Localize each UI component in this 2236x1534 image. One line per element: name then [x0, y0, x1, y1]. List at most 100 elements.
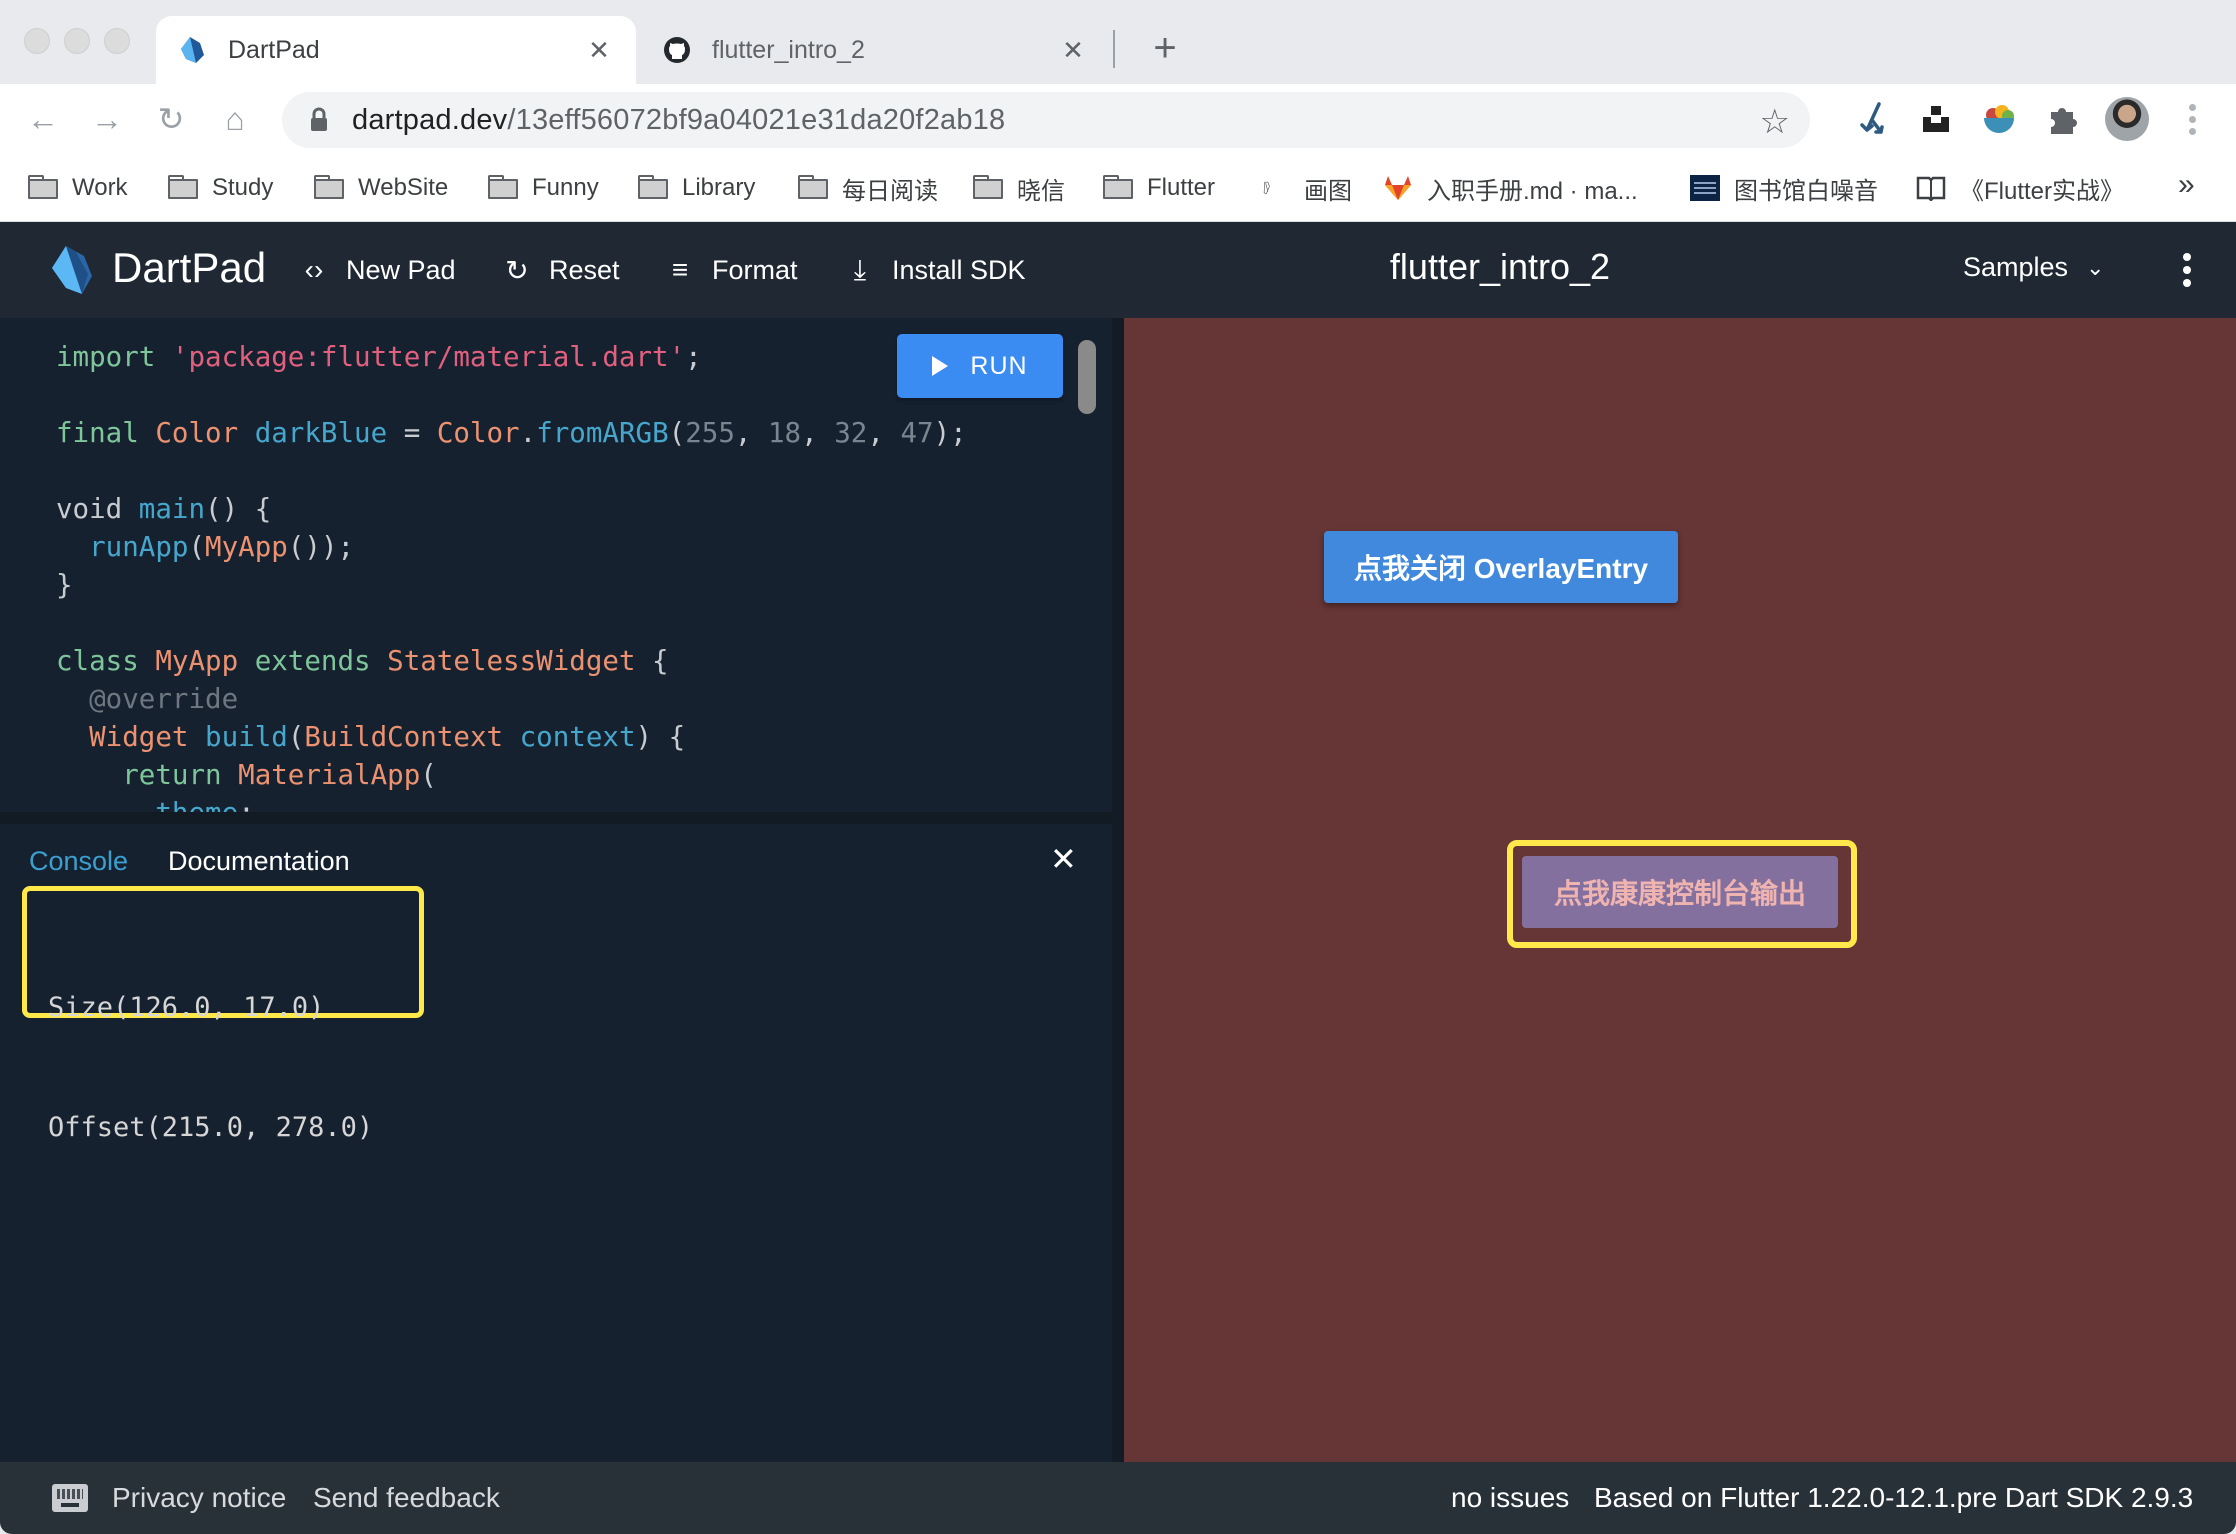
folder-icon — [1103, 175, 1133, 201]
window-close-button[interactable] — [24, 28, 50, 54]
keyboard-icon[interactable] — [52, 1484, 88, 1512]
bookmarks-bar: Work Study WebSite Funny Library 每日阅读 晓信… — [0, 154, 2236, 222]
home-button[interactable]: ⌂ — [214, 98, 256, 140]
dartpad-header: DartPad ‹› New Pad ↻ Reset ≡ Format ⤓ In… — [0, 222, 2236, 318]
code-content[interactable]: import 'package:flutter/material.dart'; … — [56, 338, 967, 812]
dartpad-footer: Privacy notice Send feedback no issues B… — [0, 1462, 2236, 1534]
pad-title: flutter_intro_2 — [1389, 246, 1611, 287]
folder-icon — [314, 175, 344, 201]
new-tab-button[interactable]: + — [1140, 24, 1190, 74]
bookmark-library-noise[interactable]: 图书馆白噪音 — [1690, 168, 1878, 208]
code-line[interactable]: import 'package:flutter/material.dart'; — [56, 338, 967, 376]
console-line: Offset(215.0, 278.0) — [48, 1112, 374, 1143]
github-icon — [664, 37, 690, 63]
window-minimize-button[interactable] — [64, 28, 90, 54]
dart-logo-icon — [52, 246, 92, 294]
reload-button[interactable]: ↻ — [150, 98, 192, 140]
profile-avatar[interactable] — [2105, 97, 2149, 141]
install-sdk-button[interactable]: ⤓ Install SDK — [846, 250, 1026, 290]
code-line[interactable] — [56, 376, 967, 414]
bookmark-flutter[interactable]: Flutter — [1103, 168, 1215, 208]
issues-status: no issues — [1451, 1482, 1570, 1513]
close-console-icon[interactable]: ✕ — [1050, 840, 1077, 878]
editor-console-splitter[interactable] — [0, 812, 1112, 824]
tab-title: flutter_intro_2 — [712, 35, 865, 64]
forward-button[interactable]: → — [86, 98, 128, 140]
extension-branch-icon[interactable] — [1855, 100, 1893, 138]
send-feedback-link[interactable]: Send feedback — [313, 1482, 500, 1514]
tab-documentation[interactable]: Documentation — [168, 846, 350, 877]
run-button[interactable]: RUN — [897, 334, 1063, 398]
bookmarks-overflow-button[interactable]: » — [2178, 168, 2195, 202]
browser-toolbar: ← → ↻ ⌂ dartpad.dev/13eff56072bf9a04021e… — [0, 84, 2236, 154]
reset-button[interactable]: ↻ Reset — [503, 250, 619, 290]
dartpad-brand[interactable]: DartPad — [112, 244, 266, 292]
code-line[interactable]: return MaterialApp( — [56, 756, 967, 794]
browser-tab-dartpad[interactable]: DartPad ✕ — [156, 16, 636, 84]
samples-dropdown[interactable]: Samples ⌄ — [1963, 252, 2104, 283]
folder-icon — [798, 175, 828, 201]
bookmark-flutter-book[interactable]: 《Flutter实战》 — [1916, 168, 2124, 208]
bookmark-gitlab-handbook[interactable]: 入职手册.md · ma... — [1383, 168, 1638, 208]
new-pad-button[interactable]: ‹› New Pad — [300, 250, 456, 290]
bookmark-daily-reading[interactable]: 每日阅读 — [798, 168, 938, 208]
tab-console[interactable]: Console — [29, 846, 128, 877]
code-line[interactable]: @override — [56, 680, 967, 718]
code-line[interactable]: void main() { — [56, 490, 967, 528]
download-icon: ⤓ — [853, 253, 867, 285]
bookmark-xiaoxin[interactable]: 晓信 — [973, 168, 1065, 208]
refresh-icon: ↻ — [505, 254, 529, 286]
back-button[interactable]: ← — [22, 98, 64, 140]
code-brackets-icon: ‹› — [304, 254, 324, 285]
code-line[interactable]: Widget build(BuildContext context) { — [56, 718, 967, 756]
extension-salad-bowl-icon[interactable] — [1980, 100, 2018, 138]
bookmark-library[interactable]: Library — [638, 168, 755, 208]
address-bar[interactable]: dartpad.dev/13eff56072bf9a04021e31da20f2… — [282, 92, 1810, 148]
bookmark-study[interactable]: Study — [168, 168, 273, 208]
url-text[interactable]: dartpad.dev/13eff56072bf9a04021e31da20f2… — [352, 104, 1005, 137]
close-overlay-entry-button[interactable]: 点我关闭 OverlayEntry — [1324, 531, 1678, 603]
lock-icon — [311, 107, 327, 131]
window-zoom-button[interactable] — [104, 28, 130, 54]
tab-title: DartPad — [228, 35, 320, 64]
bookmark-drawio[interactable]: 画图 — [1262, 168, 1352, 208]
folder-icon — [488, 175, 518, 201]
show-console-output-button[interactable]: 点我康康控制台输出 — [1522, 856, 1838, 928]
code-line[interactable] — [56, 604, 967, 642]
play-icon — [932, 356, 949, 376]
dart-logo-icon — [181, 37, 204, 63]
more-options-icon[interactable] — [2180, 250, 2194, 290]
bookmark-star-icon[interactable]: ☆ — [1760, 102, 1790, 142]
privacy-notice-link[interactable]: Privacy notice — [112, 1482, 286, 1514]
folder-icon — [168, 175, 198, 201]
editor-scrollbar[interactable] — [1078, 340, 1096, 414]
extension-unsplash-icon[interactable] — [1917, 100, 1955, 138]
bookmark-work[interactable]: Work — [28, 168, 128, 208]
folder-icon — [973, 175, 1003, 201]
drawio-icon — [1263, 181, 1270, 195]
book-icon — [1916, 176, 1946, 201]
code-line[interactable]: final Color darkBlue = Color.fromARGB(25… — [56, 414, 967, 452]
console-panel: Console Documentation ✕ Size(126.0, 17.0… — [0, 824, 1112, 1462]
format-lines-icon: ≡ — [671, 254, 689, 285]
extensions-puzzle-icon[interactable] — [2043, 100, 2081, 138]
code-line[interactable]: } — [56, 566, 967, 604]
bookmark-funny[interactable]: Funny — [488, 168, 599, 208]
bookmark-website[interactable]: WebSite — [314, 168, 448, 208]
code-editor[interactable]: import 'package:flutter/material.dart'; … — [0, 318, 1112, 812]
close-tab-icon[interactable]: ✕ — [584, 35, 614, 66]
chevron-down-icon: ⌄ — [2086, 254, 2105, 280]
browser-menu-icon[interactable] — [2186, 100, 2198, 140]
close-tab-icon[interactable]: ✕ — [1058, 35, 1088, 66]
code-line[interactable] — [56, 452, 967, 490]
pane-divider[interactable] — [1112, 318, 1124, 1462]
code-line[interactable]: theme: — [56, 794, 967, 812]
browser-tab-github[interactable]: flutter_intro_2 ✕ — [640, 16, 1110, 84]
library-noise-icon — [1690, 175, 1720, 201]
format-button[interactable]: ≡ Format — [666, 250, 798, 290]
code-line[interactable]: class MyApp extends StatelessWidget { — [56, 642, 967, 680]
code-line[interactable]: runApp(MyApp()); — [56, 528, 967, 566]
console-line: Size(126.0, 17.0) — [48, 992, 325, 1023]
folder-icon — [28, 175, 58, 201]
console-output: Size(126.0, 17.0) Offset(215.0, 278.0) — [48, 908, 373, 1228]
